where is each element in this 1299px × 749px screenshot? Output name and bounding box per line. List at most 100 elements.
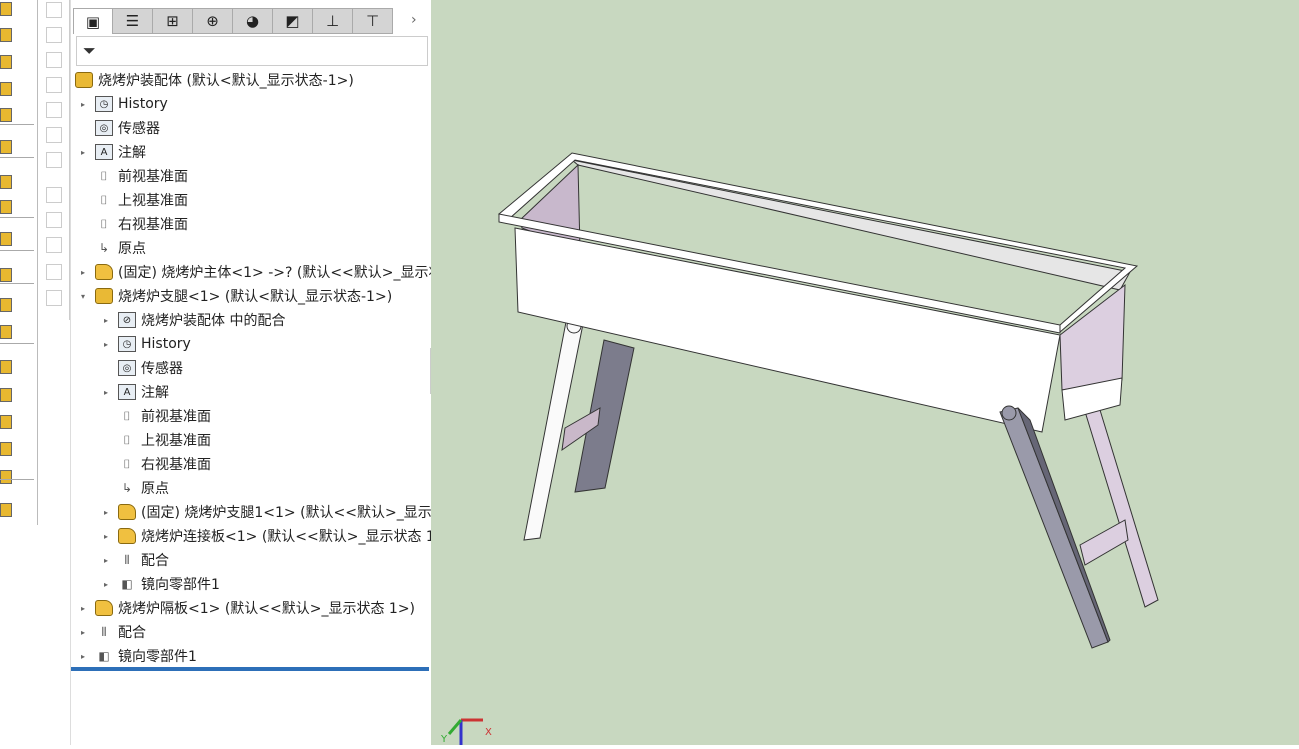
tree-item[interactable]: ◎ 传感器 [104,356,183,380]
back-leg-right [1082,404,1159,608]
expand-arrow-icon[interactable]: ▸ [81,628,95,637]
view-button-icon[interactable] [46,237,62,253]
tree-item[interactable]: ⌷ 上视基准面 [104,428,211,452]
expand-arrow-icon[interactable]: ▸ [104,388,118,397]
command-button-icon[interactable] [0,200,12,214]
view-button-icon[interactable] [46,152,62,168]
dimxpert-tab[interactable]: ⊕ [193,8,233,34]
drill-icon: ⊤ [365,12,380,30]
view-button-icon[interactable] [46,27,62,43]
tree-item-label: 镜向零部件1 [141,577,220,593]
tree-item[interactable]: 烧烤炉装配体 (默认<默认_显示状态-1>) [75,68,354,92]
appearance-tab[interactable]: ◕ [233,8,273,34]
expand-arrow-icon[interactable]: ▸ [81,268,95,277]
tree-item[interactable]: ▸ (固定) 烧烤炉主体<1> ->? (默认<<默认>_显示状态 1>) [81,260,487,284]
graphics-viewport[interactable]: X Y [431,0,1299,745]
tree-item[interactable]: ▸ ◷ History [81,92,168,116]
toolbar-separator [0,250,34,251]
back-leg-left [574,339,635,493]
tree-item[interactable]: ▸ ⊘ 烧烤炉装配体 中的配合 [104,308,285,332]
propertymanager-tab[interactable]: ☰ [113,8,153,34]
expand-arrow-icon[interactable]: ▸ [104,580,118,589]
tree-item[interactable]: ⌷ 右视基准面 [81,212,188,236]
tree-item-label: 原点 [141,481,169,497]
fold-icon: ◎ [95,120,113,136]
tree-item[interactable]: ▸ ◧ 镜向零部件1 [104,572,220,596]
tabs-scroll-right-icon[interactable]: › [411,12,417,28]
featuremanager-tab[interactable]: ▣ [73,8,113,34]
tree-item[interactable]: ⌷ 上视基准面 [81,188,188,212]
view-button-icon[interactable] [46,102,62,118]
tree-item[interactable]: ↳ 原点 [104,476,169,500]
fold-icon: A [118,384,136,400]
expand-arrow-icon[interactable]: ▸ [104,556,118,565]
cam-tab[interactable]: ⊥ [313,8,353,34]
command-button-icon[interactable] [0,325,12,339]
color-wheel-icon: ◕ [245,12,260,30]
view-button-icon[interactable] [46,77,62,93]
tree-item[interactable]: ▸ ◧ 镜向零部件1 [81,644,197,668]
tree-item-label: 右视基准面 [141,457,211,473]
plane-icon: ◧ [121,577,133,591]
command-button-icon[interactable] [0,470,12,484]
tree-item[interactable]: ▸ 烧烤炉连接板<1> (默认<<默认>_显示状态 1>) [104,524,452,548]
command-button-icon[interactable] [0,82,12,96]
tree-item[interactable]: ▸ A 注解 [104,380,169,404]
command-button-icon[interactable] [0,2,12,16]
collapse-arrow-icon[interactable]: ▾ [81,292,95,301]
expand-arrow-icon[interactable]: ▸ [104,532,118,541]
tree-item[interactable]: ▸ 烧烤炉隔板<1> (默认<<默认>_显示状态 1>) [81,596,415,620]
expand-arrow-icon[interactable]: ▸ [81,652,95,661]
command-button-icon[interactable] [0,415,12,429]
displaymanager-tab[interactable]: ◩ [273,8,313,34]
configurationmanager-tab[interactable]: ⊞ [153,8,193,34]
command-button-icon[interactable] [0,175,12,189]
command-button-icon[interactable] [0,140,12,154]
tree-filter[interactable]: ⏷ [76,36,428,66]
command-button-icon[interactable] [0,268,12,282]
expand-arrow-icon[interactable]: ▸ [81,148,95,157]
tree-item[interactable]: ▸ ⫴ 配合 [104,548,169,572]
view-button-icon[interactable] [46,127,62,143]
tree-item[interactable]: ⌷ 前视基准面 [81,164,188,188]
command-button-icon[interactable] [0,388,12,402]
command-button-icon[interactable] [0,232,12,246]
command-button-icon[interactable] [0,28,12,42]
tree-item[interactable]: ▸ ◷ History [104,332,191,356]
expand-arrow-icon[interactable]: ▸ [104,340,118,349]
command-button-icon[interactable] [0,360,12,374]
assembly-icon: ▣ [85,12,101,31]
tool-tab[interactable]: ⊤ [353,8,393,34]
plane-icon: ◧ [98,649,110,663]
tree-item[interactable]: ↳ 原点 [81,236,146,260]
tree-item-label: 传感器 [118,121,160,137]
view-button-icon[interactable] [46,290,62,306]
tree-item[interactable]: ⌷ 右视基准面 [104,452,211,476]
command-button-icon[interactable] [0,108,12,122]
expand-arrow-icon[interactable]: ▸ [81,604,95,613]
tree-item[interactable]: ◎ 传感器 [81,116,160,140]
command-button-icon[interactable] [0,55,12,69]
expand-arrow-icon[interactable]: ▸ [104,316,118,325]
fold-icon: ◷ [118,336,136,352]
tree-item[interactable]: ▸ A 注解 [81,140,146,164]
filter-icon[interactable]: ⏷ [83,41,96,60]
view-button-icon[interactable] [46,52,62,68]
expand-arrow-icon[interactable]: ▸ [104,508,118,517]
asm-icon [95,288,113,304]
view-button-icon[interactable] [46,187,62,203]
tree-item[interactable]: ▸ ⫴ 配合 [81,620,146,644]
rollback-bar[interactable] [71,667,429,671]
tree-item[interactable]: ⌷ 前视基准面 [104,404,211,428]
tree-item[interactable]: ▾ 烧烤炉支腿<1> (默认<默认_显示状态-1>) [81,284,392,308]
command-button-icon[interactable] [0,503,12,517]
expand-arrow-icon[interactable]: ▸ [81,100,95,109]
view-button-icon[interactable] [46,2,62,18]
command-button-icon[interactable] [0,442,12,456]
tree-item-label: 原点 [118,241,146,257]
command-button-icon[interactable] [0,298,12,312]
toolbar-separator [0,157,34,158]
view-button-icon[interactable] [46,264,62,280]
view-button-icon[interactable] [46,212,62,228]
tree-item-label: 烧烤炉支腿<1> (默认<默认_显示状态-1>) [118,289,393,305]
